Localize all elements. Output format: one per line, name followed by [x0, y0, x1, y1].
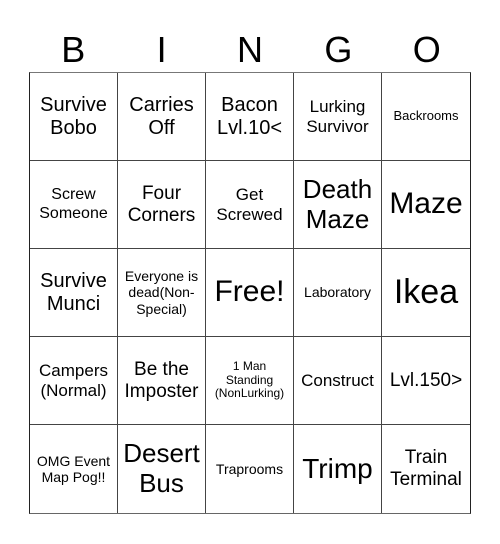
- cell-label: OMG Event Map Pog!!: [36, 452, 111, 485]
- cell-label: Laboratory: [304, 284, 371, 301]
- bingo-header: B I N G O: [29, 28, 471, 72]
- header-letter-g: G: [324, 29, 353, 70]
- bingo-cell[interactable]: Train Terminal: [382, 425, 470, 513]
- free-space-label: Free!: [214, 275, 285, 309]
- bingo-cell[interactable]: Traprooms: [206, 425, 294, 513]
- cell-label: Campers (Normal): [39, 360, 108, 400]
- bingo-cell[interactable]: Be the Imposter: [118, 337, 206, 425]
- bingo-cell[interactable]: Desert Bus: [118, 425, 206, 513]
- cell-label: Be the Imposter: [124, 358, 199, 402]
- cell-label: Desert Bus: [123, 438, 200, 498]
- bingo-cell[interactable]: Lvl.150>: [382, 337, 470, 425]
- cell-label: Get Screwed: [216, 184, 283, 224]
- cell-label: Screw Someone: [39, 186, 108, 222]
- bingo-cell[interactable]: Construct: [294, 337, 382, 425]
- cell-label: Survive Bobo: [40, 93, 107, 139]
- bingo-cell[interactable]: Campers (Normal): [30, 337, 118, 425]
- bingo-cell[interactable]: 1 Man Standing (NonLurking): [206, 337, 294, 425]
- cell-label: Four Corners: [127, 182, 196, 226]
- bingo-cell[interactable]: Everyone is dead(Non-Special): [118, 249, 206, 337]
- cell-label: Bacon Lvl.10<: [216, 93, 283, 139]
- bingo-cell[interactable]: Carries Off: [118, 73, 206, 161]
- cell-label: Ikea: [393, 272, 459, 311]
- bingo-cell[interactable]: Survive Munci: [30, 249, 118, 337]
- free-space-cell[interactable]: Free!: [206, 249, 294, 337]
- cell-label: Lurking Survivor: [306, 96, 369, 136]
- cell-label: Construct: [301, 370, 374, 390]
- cell-label: Traprooms: [215, 460, 284, 477]
- bingo-cell[interactable]: Ikea: [382, 249, 470, 337]
- cell-label: Everyone is dead(Non-Special): [124, 268, 199, 317]
- bingo-cell[interactable]: Bacon Lvl.10<: [206, 73, 294, 161]
- bingo-cell[interactable]: Survive Bobo: [30, 73, 118, 161]
- bingo-cell[interactable]: OMG Event Map Pog!!: [30, 425, 118, 513]
- bingo-cell[interactable]: Laboratory: [294, 249, 382, 337]
- header-letter-o: O: [412, 29, 441, 70]
- cell-label: Death Maze: [302, 173, 373, 234]
- cell-label: Carries Off: [129, 93, 194, 139]
- bingo-grid: Survive Bobo Carries Off Bacon Lvl.10< L…: [29, 72, 471, 514]
- cell-label: Lvl.150>: [389, 369, 463, 391]
- bingo-cell[interactable]: Trimp: [294, 425, 382, 513]
- cell-label: 1 Man Standing (NonLurking): [214, 358, 285, 401]
- bingo-cell[interactable]: Maze: [382, 161, 470, 249]
- bingo-cell[interactable]: Lurking Survivor: [294, 73, 382, 161]
- cell-label: Survive Munci: [40, 269, 107, 315]
- header-letter-b: B: [61, 29, 86, 70]
- bingo-cell[interactable]: Backrooms: [382, 73, 470, 161]
- cell-label: Trimp: [302, 452, 373, 484]
- cell-label: Backrooms: [393, 108, 459, 124]
- header-letter-n: N: [236, 29, 263, 70]
- header-letter-i: I: [156, 29, 167, 70]
- bingo-cell[interactable]: Get Screwed: [206, 161, 294, 249]
- cell-label: Maze: [389, 187, 463, 221]
- bingo-cell[interactable]: Four Corners: [118, 161, 206, 249]
- cell-label: Train Terminal: [390, 447, 462, 490]
- bingo-cell[interactable]: Screw Someone: [30, 161, 118, 249]
- bingo-cell[interactable]: Death Maze: [294, 161, 382, 249]
